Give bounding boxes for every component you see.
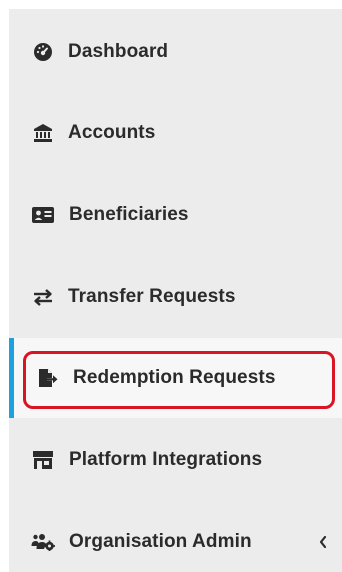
sidebar: Dashboard Accounts Beneficiaries Transfe… <box>9 9 342 572</box>
sidebar-item-dashboard[interactable]: Dashboard <box>9 22 342 82</box>
exchange-arrows-icon <box>32 286 54 308</box>
active-indicator <box>9 338 14 418</box>
sidebar-item-label: Redemption Requests <box>73 367 276 388</box>
sidebar-item-label: Dashboard <box>68 41 169 62</box>
sidebar-item-transfer-requests[interactable]: Transfer Requests <box>9 267 342 327</box>
sidebar-item-label: Transfer Requests <box>68 286 236 307</box>
id-card-icon <box>31 204 55 226</box>
sidebar-item-organisation-admin[interactable]: Organisation Admin <box>9 512 342 572</box>
sidebar-item-platform-integrations[interactable]: Platform Integrations <box>9 430 342 490</box>
sidebar-item-beneficiaries[interactable]: Beneficiaries <box>9 185 342 245</box>
sidebar-item-accounts[interactable]: Accounts <box>9 103 342 163</box>
bank-icon <box>32 122 54 144</box>
sidebar-item-label: Accounts <box>68 122 156 143</box>
sidebar-item-label: Organisation Admin <box>69 531 252 552</box>
sidebar-item-label: Platform Integrations <box>69 449 263 470</box>
file-export-icon <box>37 367 59 389</box>
users-cog-icon <box>31 531 55 553</box>
store-icon <box>31 449 55 471</box>
sidebar-item-label: Beneficiaries <box>69 204 189 225</box>
chevron-left-icon[interactable] <box>318 535 328 549</box>
dashboard-gauge-icon <box>32 41 54 63</box>
sidebar-item-redemption-requests[interactable]: Redemption Requests <box>9 338 342 418</box>
